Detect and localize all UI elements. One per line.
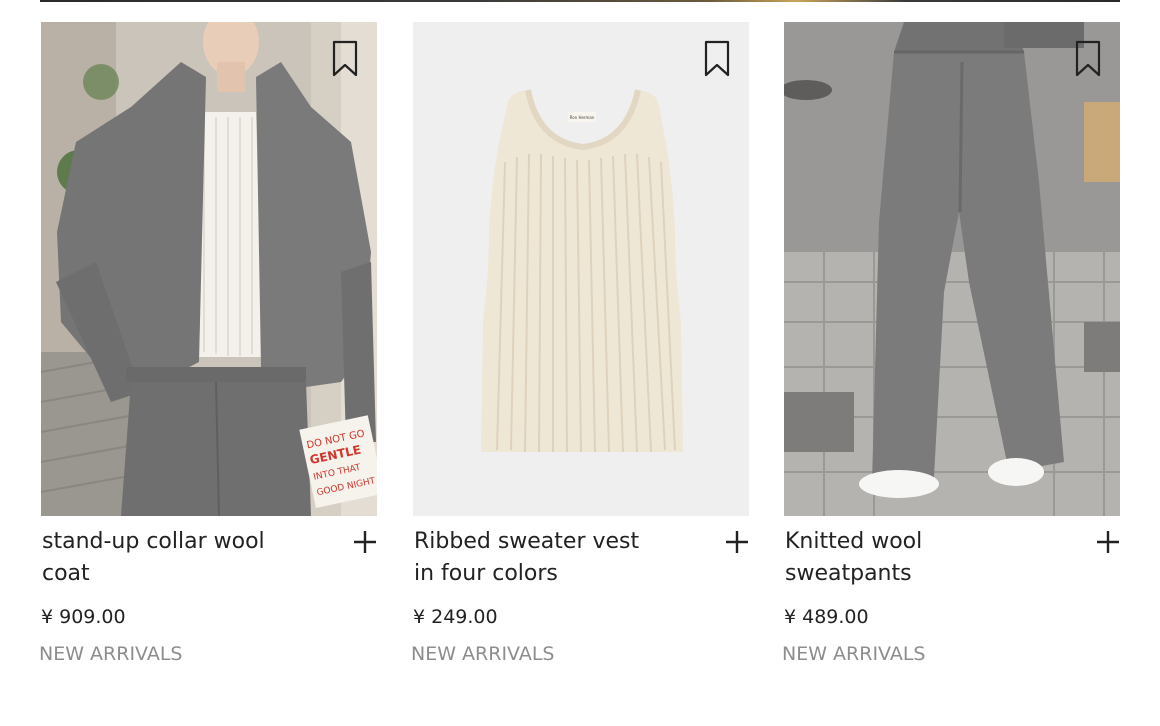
plus-icon[interactable] xyxy=(353,530,377,554)
product-tag: NEW ARRIVALS xyxy=(411,643,555,665)
product-tag: NEW ARRIVALS xyxy=(782,643,926,665)
bookmark-icon[interactable] xyxy=(703,40,731,78)
product-image-wool-coat[interactable]: DO NOT GO GENTLE INTO THAT GOOD NIGHT xyxy=(41,22,377,516)
product-tag: NEW ARRIVALS xyxy=(39,643,183,665)
product-name[interactable]: Ribbed sweater vest in four colors xyxy=(414,526,664,590)
product-name[interactable]: stand-up collar wool coat xyxy=(42,526,292,590)
bookmark-icon[interactable] xyxy=(331,40,359,78)
product-name[interactable]: Knitted wool sweatpants xyxy=(785,526,1035,590)
product-card[interactable]: Ron Herman Ribbed sweater vest in four c… xyxy=(411,22,749,696)
product-price: ¥ 249.00 xyxy=(413,606,498,628)
product-card[interactable]: Knitted wool sweatpants ¥ 489.00 NEW ARR… xyxy=(782,22,1120,696)
product-price: ¥ 489.00 xyxy=(784,606,869,628)
svg-text:Ron Herman: Ron Herman xyxy=(570,115,595,120)
product-image-wool-sweatpants[interactable] xyxy=(784,22,1120,516)
product-card[interactable]: DO NOT GO GENTLE INTO THAT GOOD NIGHT st… xyxy=(39,22,377,696)
bookmark-icon[interactable] xyxy=(1074,40,1102,78)
top-image-strip xyxy=(40,0,1120,2)
plus-icon[interactable] xyxy=(1096,530,1120,554)
plus-icon[interactable] xyxy=(725,530,749,554)
product-price: ¥ 909.00 xyxy=(41,606,126,628)
product-image-sweater-vest[interactable]: Ron Herman xyxy=(413,22,749,516)
